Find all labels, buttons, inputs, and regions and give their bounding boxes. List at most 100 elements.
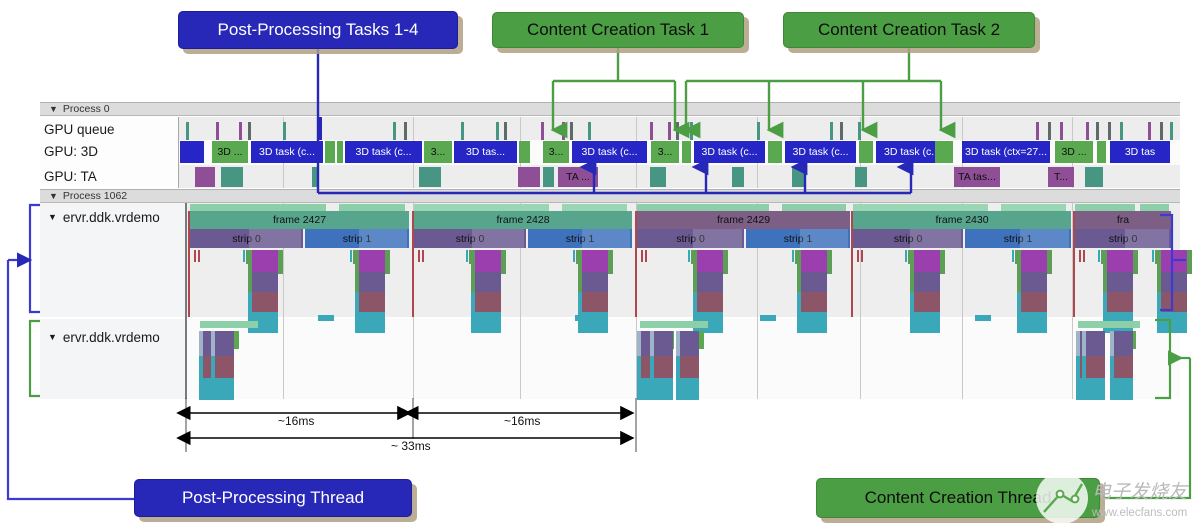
gpu-3d-block[interactable]: 3D ... — [212, 141, 248, 163]
waterfall-layer — [1086, 331, 1105, 356]
frame-sliver — [853, 204, 988, 211]
gpu-3d-block[interactable]: 3D ... — [1055, 141, 1093, 163]
waterfall-layer — [1021, 292, 1047, 312]
waterfall-layer — [680, 378, 699, 400]
waterfall-subbar — [355, 312, 359, 333]
gpu-3d-block[interactable]: 3D tas... — [454, 141, 517, 163]
playhead-marker — [318, 117, 322, 140]
gpu-3d-block[interactable]: 3D task (c... — [251, 141, 323, 163]
gpu-queue-tick — [588, 122, 591, 140]
waterfall-subbar — [1076, 356, 1080, 378]
waterfall-subbar — [1047, 250, 1052, 274]
gpu-queue-tick — [840, 122, 843, 140]
waterfall-subbar — [385, 250, 390, 274]
gpu-3d-block[interactable]: 3D task (ctx=27... — [962, 141, 1050, 163]
gpu-ta-block[interactable] — [855, 167, 867, 187]
waterfall-layer — [801, 292, 827, 312]
gpu-ta-block[interactable] — [419, 167, 441, 187]
gpu-ta-block[interactable] — [650, 167, 666, 187]
waterfall-tick — [350, 250, 352, 262]
process-1062-header[interactable]: ▼ Process 1062 — [40, 189, 1180, 203]
strip-subslice — [359, 229, 407, 248]
waterfall-subbar — [797, 292, 801, 312]
gpu-queue-tick — [757, 122, 760, 140]
callout-post-processing-tasks[interactable]: Post-Processing Tasks 1-4 — [178, 11, 458, 49]
gpu-ta-block[interactable] — [195, 167, 215, 187]
waterfall-subbar — [1076, 378, 1080, 400]
gpu-3d-block[interactable] — [935, 141, 953, 163]
gpu-queue-tick — [1148, 122, 1151, 140]
waterfall-layer — [252, 250, 278, 272]
waterfall-tick — [422, 250, 424, 262]
frame-band[interactable]: frame 2430 — [853, 211, 1071, 229]
gpu-3d-block[interactable] — [682, 141, 691, 163]
gpu-ta-block[interactable]: TA ... — [558, 167, 598, 187]
track-gpu-ta[interactable] — [178, 165, 1180, 188]
waterfall-layer — [1114, 356, 1133, 378]
gpu-3d-block[interactable]: 3D task (c... — [572, 141, 647, 163]
gpu-3d-block[interactable]: 3... — [424, 141, 452, 163]
waterfall-subbar — [1157, 250, 1161, 272]
callout-content-creation-task-1[interactable]: Content Creation Task 1 — [492, 12, 744, 48]
frame-band[interactable]: frame 2429 — [637, 211, 850, 229]
thread-lower-stub — [258, 315, 274, 321]
gpu-ta-block[interactable]: T... — [1048, 167, 1074, 187]
gpu-queue-tick — [570, 122, 573, 140]
chevron-down-icon[interactable]: ▼ — [49, 191, 58, 201]
gpu-3d-block[interactable]: 3... — [543, 141, 569, 163]
gpu-3d-block[interactable]: 3D tas — [1110, 141, 1170, 163]
waterfall-subbar — [501, 250, 506, 274]
track-gpu-queue[interactable] — [178, 117, 1180, 140]
measurement-label-16ms-b: ~16ms — [500, 414, 545, 428]
frame-sliver — [637, 204, 769, 211]
gpu-3d-block[interactable] — [768, 141, 782, 163]
gpu-ta-block[interactable] — [221, 167, 243, 187]
thread-label-lower[interactable]: ▼ ervr.ddk.vrdemo — [48, 326, 188, 348]
callout-content-creation-thread[interactable]: Content Creation Thread — [816, 478, 1100, 518]
frame-band[interactable]: frame 2428 — [414, 211, 632, 229]
gpu-ta-block[interactable] — [518, 167, 540, 187]
waterfall-subbar — [471, 250, 475, 272]
gpu-ta-block[interactable] — [312, 167, 318, 187]
gpu-ta-block[interactable] — [792, 167, 804, 187]
waterfall-subbar — [1103, 292, 1107, 312]
waterfall-layer — [475, 292, 501, 312]
waterfall-subbar — [248, 292, 252, 312]
thread-label-upper[interactable]: ▼ ervr.ddk.vrdemo — [48, 205, 188, 229]
gpu-3d-block[interactable] — [1097, 141, 1106, 163]
track-label-gpu-queue: GPU queue — [44, 121, 115, 137]
gpu-3d-block[interactable] — [325, 141, 335, 163]
frame-band[interactable]: fra — [1075, 211, 1171, 229]
gpu-3d-block[interactable]: 3D task (c... — [345, 141, 422, 163]
gpu-ta-block[interactable] — [543, 167, 554, 187]
waterfall-layer — [801, 312, 827, 333]
waterfall-subbar — [650, 356, 654, 378]
callout-post-processing-thread[interactable]: Post-Processing Thread — [134, 479, 412, 517]
gpu-3d-block[interactable]: 3... — [651, 141, 679, 163]
watermark-text: 电子发烧友 — [1092, 481, 1189, 503]
gpu-ta-block[interactable] — [1085, 167, 1103, 187]
waterfall-layer — [582, 292, 608, 312]
gpu-3d-block[interactable] — [519, 141, 530, 163]
waterfall-layer — [914, 312, 940, 333]
waterfall-subbar — [1103, 272, 1107, 292]
chevron-down-icon[interactable]: ▼ — [49, 104, 58, 114]
callout-content-creation-task-2[interactable]: Content Creation Task 2 — [783, 12, 1035, 48]
chevron-down-icon[interactable]: ▼ — [48, 332, 57, 342]
frame-band[interactable]: frame 2427 — [190, 211, 409, 229]
waterfall-tick — [905, 250, 907, 262]
gpu-3d-block[interactable]: 3D task (c... — [694, 141, 765, 163]
waterfall-subbar — [355, 250, 359, 272]
gpu-ta-block[interactable]: TA tas... — [954, 167, 1000, 187]
thread-lower-stub — [975, 315, 991, 321]
chevron-down-icon[interactable]: ▼ — [48, 212, 57, 222]
gpu-3d-block[interactable] — [337, 141, 343, 163]
waterfall-layer — [1107, 250, 1133, 272]
gpu-3d-block[interactable] — [180, 141, 204, 163]
gpu-3d-block[interactable] — [859, 141, 873, 163]
gpu-3d-block[interactable]: 3D task (c... — [785, 141, 856, 163]
waterfall-layer — [252, 292, 278, 312]
waterfall-layer — [1107, 272, 1133, 292]
gpu-ta-block[interactable] — [732, 167, 744, 187]
process-0-header[interactable]: ▼ Process 0 — [40, 102, 1180, 116]
